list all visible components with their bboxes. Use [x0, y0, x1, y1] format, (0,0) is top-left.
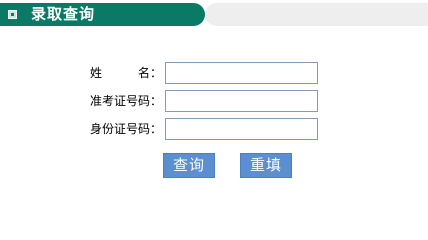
reset-button[interactable]: 重填: [240, 153, 292, 178]
form-row-name: 姓 名：: [0, 62, 428, 84]
name-label-char-1: 姓: [90, 66, 103, 80]
id-number-label: 身份证号码：: [90, 122, 163, 136]
small-square-icon: [8, 10, 17, 19]
title-bar: 录取查询: [0, 3, 205, 26]
exam-number-label: 准考证号码：: [90, 94, 163, 108]
page-title: 录取查询: [31, 5, 96, 23]
exam-number-input[interactable]: [165, 90, 318, 112]
name-label: 姓 名：: [90, 65, 162, 81]
form-row-id-number: 身份证号码：: [0, 118, 428, 140]
name-input[interactable]: [165, 62, 318, 84]
form-row-exam-number: 准考证号码：: [0, 90, 428, 112]
title-bar-extension: [205, 3, 428, 26]
query-button[interactable]: 查询: [163, 153, 215, 178]
id-number-input[interactable]: [165, 118, 318, 140]
name-label-char-2: 名：: [137, 66, 162, 80]
page: 录取查询 姓 名： 准考证号码： 身份证号码： 查询 重填: [0, 0, 428, 213]
